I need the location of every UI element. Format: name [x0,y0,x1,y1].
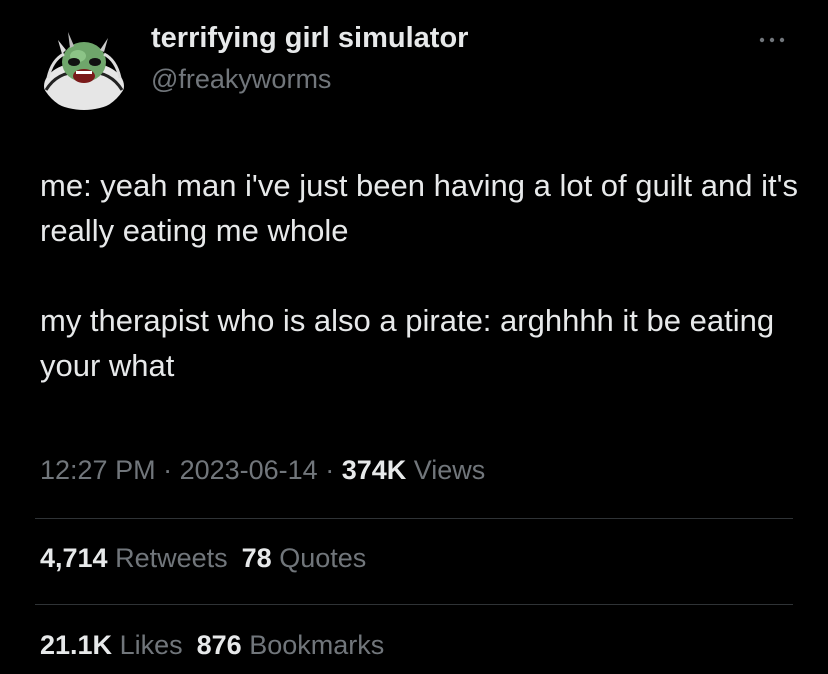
author-display-name[interactable]: terrifying girl simulator [151,22,468,55]
quotes-stat[interactable]: 78 Quotes [242,543,367,573]
tweet-paragraph: me: yeah man i've just been having a lot… [40,168,799,248]
author-handle[interactable]: @freakyworms [151,64,331,95]
tweet-time[interactable]: 12:27 PM [40,455,156,485]
bookmarks-stat[interactable]: 876 Bookmarks [197,630,385,660]
divider [35,604,793,605]
likes-label: Likes [119,630,183,660]
quotes-count: 78 [241,543,272,573]
meta-separator: · [155,455,180,485]
retweets-count: 4,714 [40,543,108,573]
more-options-button[interactable] [752,28,792,52]
retweets-label: Retweets [115,543,228,573]
meta-separator: · [317,455,342,485]
likes-stat[interactable]: 21.1K Likes [40,630,183,660]
views-label: Views [413,455,486,485]
cartoon-character-avatar-icon [38,20,130,112]
tweet-text: me: yeah man i've just been having a lot… [40,163,800,388]
views-count: 374K [341,455,407,485]
tweet-meta: 12:27 PM · 2023-06-14 · 374K Views [40,455,485,486]
stats-row-engagement: 21.1K Likes 876 Bookmarks [40,630,384,661]
avatar[interactable] [38,20,130,112]
bookmarks-label: Bookmarks [249,630,385,660]
tweet-date[interactable]: 2023-06-14 [180,455,318,485]
likes-count: 21.1K [40,630,113,660]
more-horizontal-icon [759,37,785,43]
stats-row-shares: 4,714 Retweets 78 Quotes [40,543,366,574]
tweet-paragraph: my therapist who is also a pirate: arghh… [40,303,775,383]
bookmarks-count: 876 [196,630,242,660]
retweets-stat[interactable]: 4,714 Retweets [40,543,228,573]
divider [35,518,793,519]
quotes-label: Quotes [279,543,367,573]
